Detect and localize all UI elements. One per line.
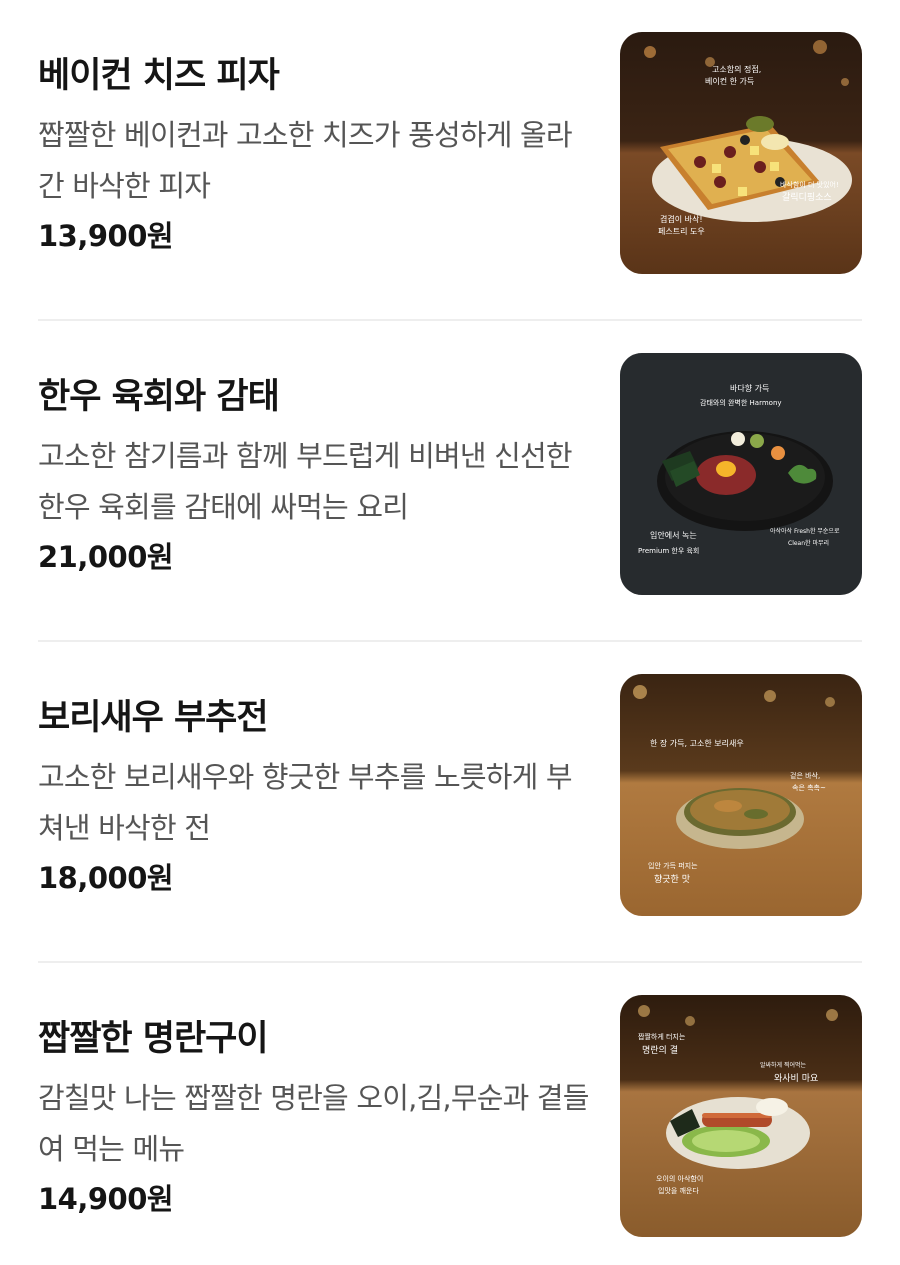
menu-item-text: 짭짤한 명란구이 감칠맛 나는 짭짤한 명란을 오이,김,무순과 곁들여 먹는 … [38,1017,590,1223]
menu-item-bacon-cheese-pizza[interactable]: 베이컨 치즈 피자 짭짤한 베이컨과 고소한 치즈가 풍성하게 올라간 바삭한 … [0,0,900,321]
svg-text:고소함의 정점,: 고소함의 정점, [712,64,761,74]
svg-text:감태와의 완벽한 Harmony: 감태와의 완벽한 Harmony [700,398,782,407]
svg-text:와사비 마요: 와사비 마요 [774,1072,818,1084]
svg-text:한 장 가득, 고소한 보리새우: 한 장 가득, 고소한 보리새우 [650,738,744,748]
menu-item-description: 짭짤한 베이컨과 고소한 치즈가 풍성하게 올라간 바삭한 피자 [38,118,573,203]
svg-text:Clean한 마무리: Clean한 마무리 [788,539,829,547]
menu-item-text: 한우 육회와 감태 고소한 참기름과 함께 부드럽게 비벼낸 신선한 한우 육회… [38,375,590,581]
svg-text:향긋한 맛: 향긋한 맛 [654,873,690,885]
menu-item-grilled-pollock-roe[interactable]: 짭짤한 명란구이 감칠맛 나는 짭짤한 명란을 오이,김,무순과 곁들여 먹는 … [0,963,900,1265]
menu-item-name: 보리새우 부추전 [38,698,269,738]
svg-text:알싸하게 찍어먹는: 알싸하게 찍어먹는 [760,1061,807,1069]
pizza-photo-icon[interactable]: 고소함의 정점, 베이컨 한 가득 바삭함이 더 맛있어! 갈릭디핑소스 겹겹이… [620,32,862,274]
menu-item-text: 베이컨 치즈 피자 짭짤한 베이컨과 고소한 치즈가 풍성하게 올라간 바삭한 … [38,54,590,260]
svg-text:겹겹이 바삭!: 겹겹이 바삭! [660,214,703,224]
svg-text:페스트리 도우: 페스트리 도우 [658,226,705,236]
menu-item-name: 한우 육회와 감태 [38,377,280,417]
menu-item-price: 18,000원 [38,861,174,895]
svg-text:명란의 결: 명란의 결 [642,1044,678,1056]
menu-item-description: 고소한 보리새우와 향긋한 부추를 노릇하게 부쳐낸 바삭한 전 [38,760,573,845]
svg-text:입안 가득 퍼지는: 입안 가득 퍼지는 [648,861,698,870]
menu-item-description: 고소한 참기름과 함께 부드럽게 비벼낸 신선한 한우 육회를 감태에 싸먹는 … [38,439,573,524]
menu-item-hanwoo-tartare[interactable]: 한우 육회와 감태 고소한 참기름과 함께 부드럽게 비벼낸 신선한 한우 육회… [0,321,900,642]
svg-text:바삭함이 더 맛있어!: 바삭함이 더 맛있어! [780,180,839,189]
beef-tartare-photo-icon[interactable]: 바다향 가득 감태와의 완벽한 Harmony 입안에서 녹는 Premium … [620,353,862,595]
menu-item-shrimp-chive-pancake[interactable]: 보리새우 부추전 고소한 보리새우와 향긋한 부추를 노릇하게 부쳐낸 바삭한 … [0,642,900,963]
menu-item-name: 짭짤한 명란구이 [38,1019,269,1059]
menu-item-price: 14,900원 [38,1182,174,1216]
menu-item-name: 베이컨 치즈 피자 [38,56,280,96]
menu-item-price: 13,900원 [38,219,174,253]
grilled-roe-photo-icon[interactable]: 짭짤하게 터지는 명란의 결 알싸하게 찍어먹는 와사비 마요 오이의 아삭함이… [620,995,862,1237]
menu-item-text: 보리새우 부추전 고소한 보리새우와 향긋한 부추를 노릇하게 부쳐낸 바삭한 … [38,696,590,902]
menu-list: 베이컨 치즈 피자 짭짤한 베이컨과 고소한 치즈가 풍성하게 올라간 바삭한 … [0,0,900,1265]
svg-text:입맛을 깨운다: 입맛을 깨운다 [658,1186,699,1195]
svg-text:겉은 바삭,: 겉은 바삭, [790,771,820,780]
svg-text:아삭아삭 Fresh한 무순으로: 아삭아삭 Fresh한 무순으로 [770,527,840,535]
menu-item-price: 21,000원 [38,540,174,574]
menu-item-description: 감칠맛 나는 짭짤한 명란을 오이,김,무순과 곁들여 먹는 메뉴 [38,1081,589,1166]
svg-text:짭짤하게 터지는: 짭짤하게 터지는 [638,1032,686,1041]
svg-text:바다향 가득: 바다향 가득 [730,383,769,393]
svg-text:입안에서 녹는: 입안에서 녹는 [650,530,697,540]
svg-text:Premium 한우 육회: Premium 한우 육회 [638,547,699,555]
svg-text:갈릭디핑소스: 갈릭디핑소스 [782,191,832,203]
pancake-photo-icon[interactable]: 한 장 가득, 고소한 보리새우 겉은 바삭, 속은 촉촉~ 입안 가득 퍼지는… [620,674,862,916]
svg-text:오이의 아삭함이: 오이의 아삭함이 [656,1174,703,1183]
svg-text:베이컨 한 가득: 베이컨 한 가득 [705,76,754,86]
svg-text:속은 촉촉~: 속은 촉촉~ [792,783,826,792]
